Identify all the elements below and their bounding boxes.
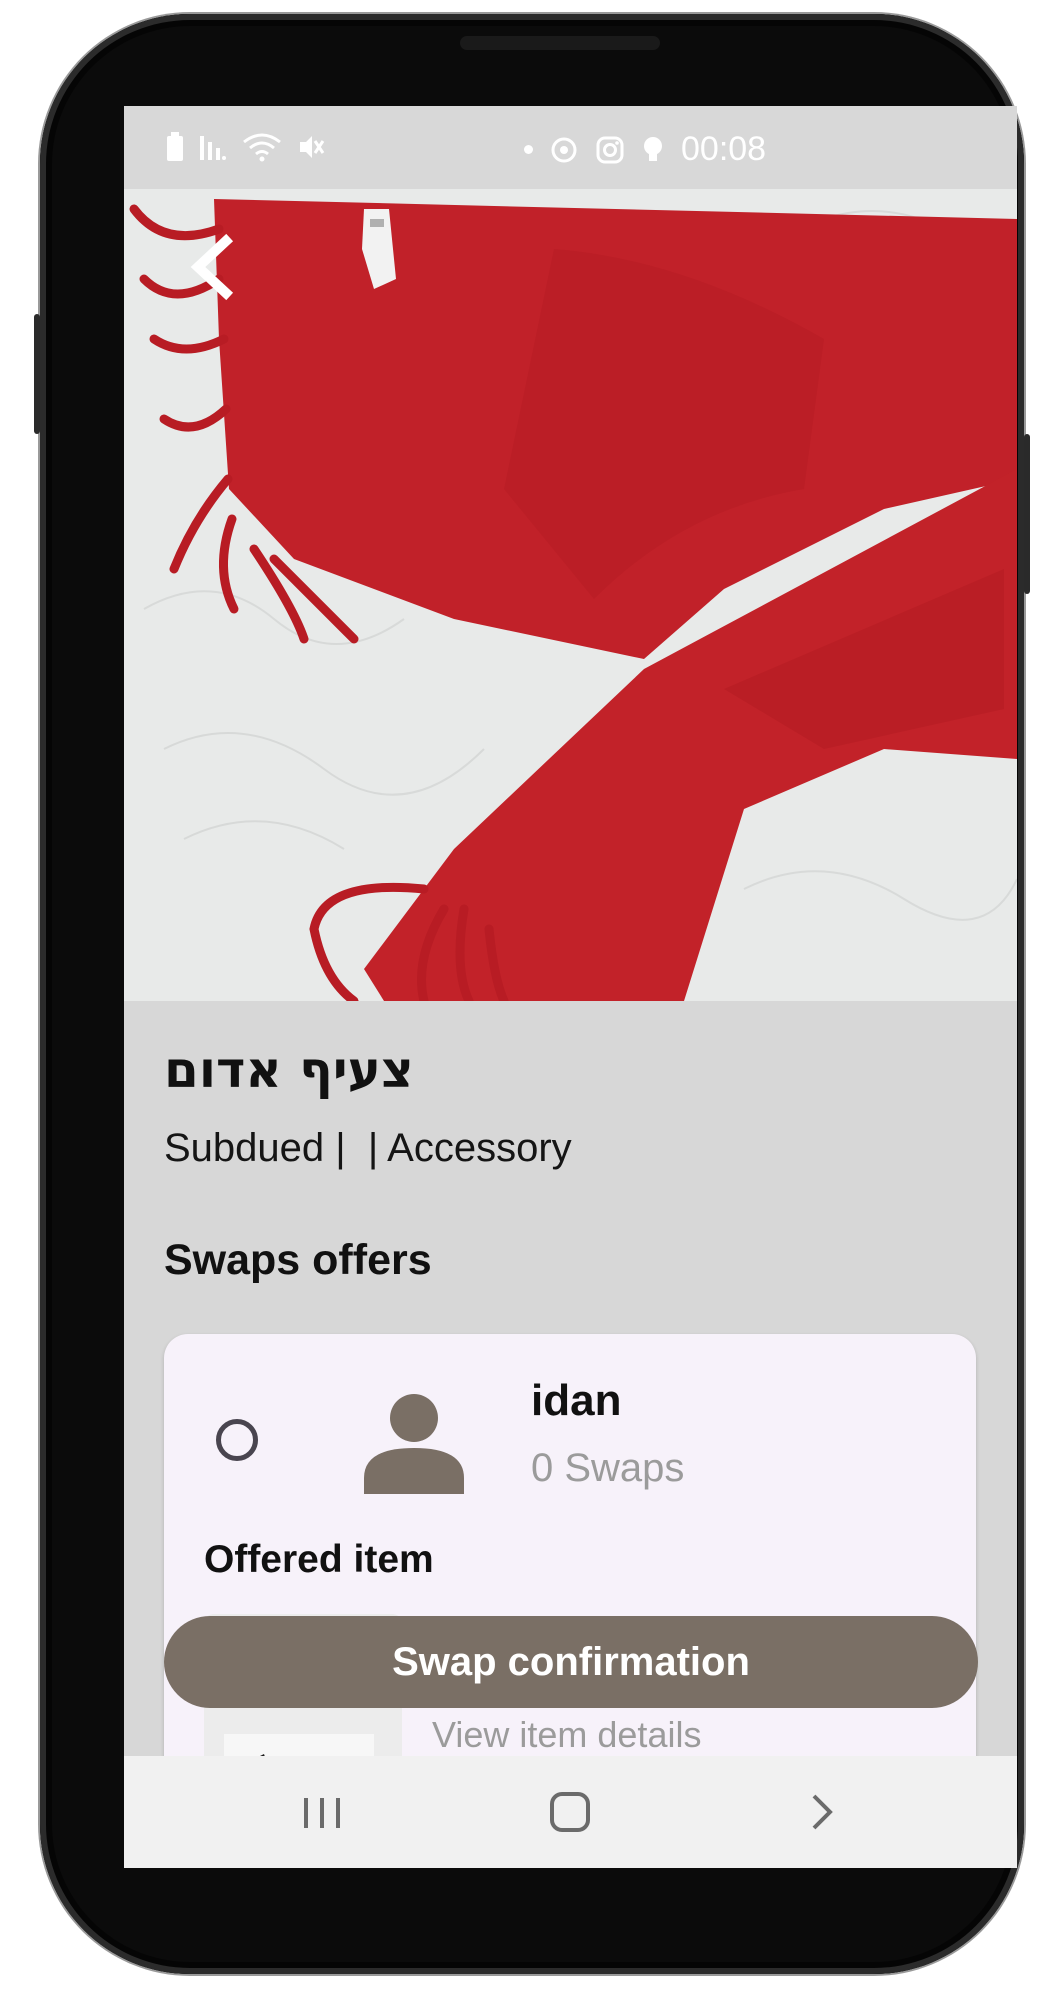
offer-select-radio[interactable] [216, 1419, 258, 1461]
bulb-icon [644, 136, 662, 161]
item-meta: Subdued | | Accessory [164, 1126, 572, 1170]
phone-side-button [34, 314, 40, 434]
status-left-icons [166, 132, 326, 162]
phone-frame: 00:08 צעיף אדום Subdued | | Accessory Sw… [34, 14, 1030, 1974]
back-nav-icon [812, 1794, 833, 1830]
avatar-icon [364, 1394, 464, 1494]
app-screen: 00:08 צעיף אדום Subdued | | Accessory Sw… [124, 106, 1017, 1868]
data-saver-icon [551, 137, 577, 162]
recent-apps-icon [304, 1798, 340, 1828]
swap-confirmation-button[interactable]: Swap confirmation [164, 1616, 978, 1708]
wifi-icon [243, 133, 281, 162]
navigation-bar [124, 1756, 1017, 1868]
chevron-left-icon [190, 233, 234, 301]
signal-icon [200, 136, 226, 160]
phone-side-button [1024, 434, 1030, 594]
item-title: צעיף אדום [164, 1041, 414, 1099]
instagram-icon [596, 136, 624, 163]
offer-user-name: idan [531, 1376, 622, 1425]
status-bar: 00:08 [124, 106, 1017, 189]
mute-icon [300, 136, 325, 158]
back-nav-button[interactable] [792, 1784, 852, 1840]
home-icon [550, 1792, 590, 1832]
recent-apps-button[interactable] [292, 1784, 352, 1840]
notification-dot-icon [524, 145, 533, 154]
view-item-details-link[interactable]: View item details [432, 1714, 701, 1756]
status-right-icons: 00:08 [524, 130, 766, 169]
item-photo [124, 189, 1017, 1001]
back-button[interactable] [182, 231, 246, 303]
status-time: 00:08 [681, 130, 767, 168]
phone-speaker [460, 36, 660, 50]
battery-icon [167, 132, 183, 161]
offer-user-swaps: 0 Swaps [531, 1446, 685, 1490]
offered-item-label: Offered item [204, 1538, 434, 1581]
section-title: Swaps offers [164, 1236, 432, 1284]
red-scarf-photo [124, 189, 1017, 1001]
home-button[interactable] [540, 1784, 600, 1840]
